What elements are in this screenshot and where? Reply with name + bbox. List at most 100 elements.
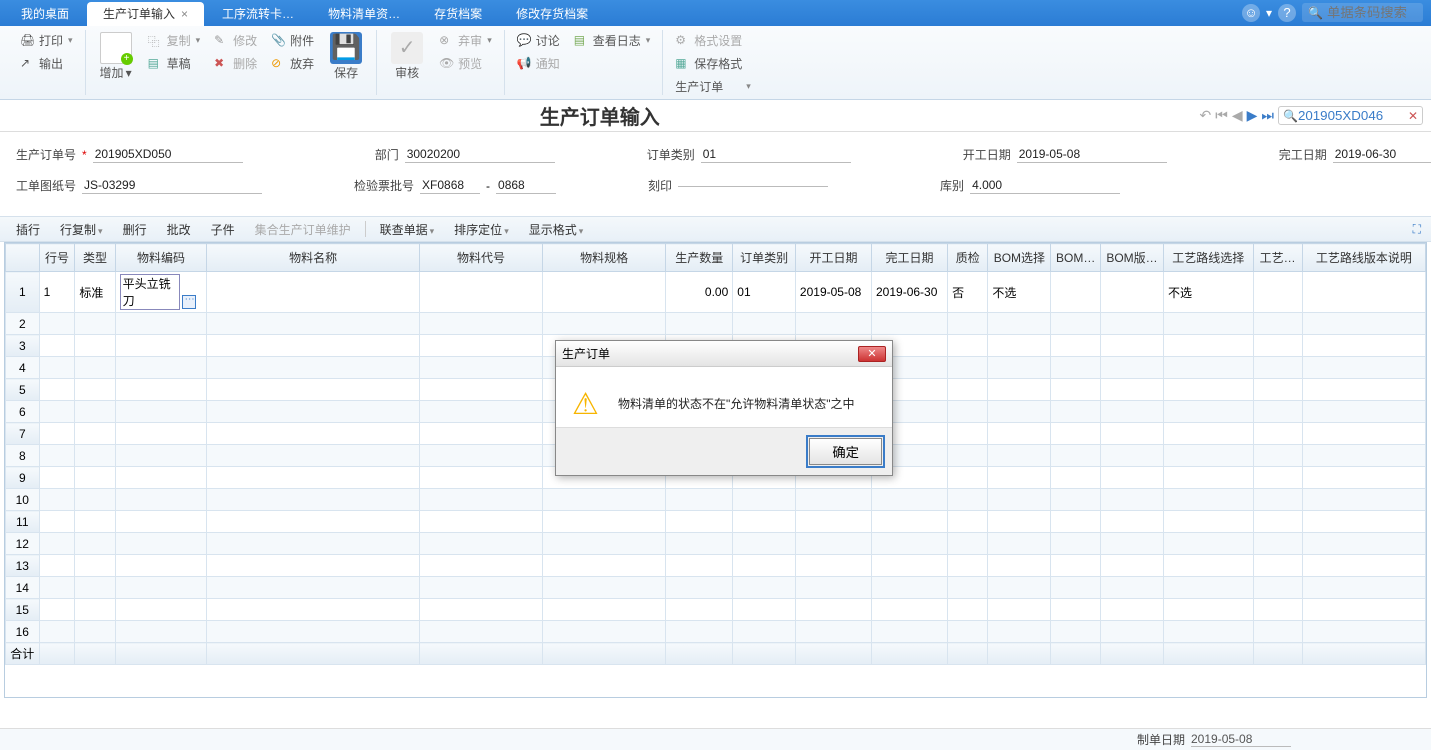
- column-header[interactable]: 工艺路线选择: [1164, 244, 1254, 272]
- create-date-label: 制单日期: [1137, 731, 1185, 748]
- table-row[interactable]: 11: [6, 511, 1426, 533]
- smiley-icon[interactable]: ☺: [1242, 4, 1260, 22]
- table-row[interactable]: 10: [6, 489, 1426, 511]
- table-row[interactable]: 15: [6, 599, 1426, 621]
- drawing-no-field[interactable]: JS-03299: [82, 177, 262, 194]
- column-header[interactable]: 物料规格: [543, 244, 666, 272]
- barcode-search[interactable]: 🔍: [1302, 3, 1423, 22]
- column-header[interactable]: 开工日期: [795, 244, 871, 272]
- tab-inventory[interactable]: 存货档案: [418, 2, 498, 26]
- search-icon: 🔍: [1308, 6, 1323, 20]
- column-header[interactable]: 订单类别: [733, 244, 796, 272]
- column-header[interactable]: 生产数量: [666, 244, 733, 272]
- tab-desktop[interactable]: 我的桌面: [5, 2, 85, 26]
- dept-field[interactable]: 30020200: [405, 146, 555, 163]
- reject-button[interactable]: 弃审▾: [435, 30, 496, 51]
- edit-button[interactable]: 修改: [210, 30, 261, 51]
- store-field[interactable]: 4.000: [970, 177, 1120, 194]
- header-form: 生产订单号*201905XD050 部门30020200 订单类别01 开工日期…: [0, 132, 1431, 216]
- grid-toolbar: 插行 行复制▾ 删行 批改 子件 集合生产订单维护 联查单据▾ 排序定位▾ 显示…: [0, 216, 1431, 242]
- sort-button[interactable]: 排序定位▾: [448, 219, 515, 240]
- copy-row-button[interactable]: 行复制▾: [54, 219, 109, 240]
- display-format-button[interactable]: 显示格式▾: [523, 219, 590, 240]
- nav-next-icon[interactable]: ▶: [1247, 107, 1258, 124]
- delete-row-button[interactable]: 删行: [117, 219, 153, 240]
- smiley-dropdown-icon[interactable]: ▾: [1266, 6, 1272, 20]
- batch-a-field[interactable]: XF0868: [420, 177, 480, 194]
- column-header[interactable]: 工艺路线版本说明: [1302, 244, 1425, 272]
- export-icon: [20, 56, 36, 72]
- copy-button[interactable]: 复制▾: [144, 30, 205, 51]
- batch-b-field[interactable]: 0868: [496, 177, 556, 194]
- insert-row-button[interactable]: 插行: [10, 219, 46, 240]
- table-row[interactable]: 14: [6, 577, 1426, 599]
- export-button[interactable]: 输出: [16, 53, 77, 74]
- table-row[interactable]: 13: [6, 555, 1426, 577]
- category-field[interactable]: 01: [701, 146, 851, 163]
- audit-button[interactable]: 审核: [385, 30, 429, 83]
- column-header[interactable]: 质检: [948, 244, 988, 272]
- nav-prev-icon[interactable]: ◀: [1232, 107, 1243, 124]
- clear-icon[interactable]: ✕: [1408, 109, 1418, 123]
- draft-button[interactable]: 草稿: [144, 53, 205, 74]
- table-row[interactable]: 16: [6, 621, 1426, 643]
- save-button[interactable]: 保存: [324, 30, 368, 83]
- aggregate-button[interactable]: 集合生产订单维护: [249, 219, 357, 240]
- child-item-button[interactable]: 子件: [205, 219, 241, 240]
- expand-icon[interactable]: ⛶: [1413, 222, 1421, 237]
- abandon-button[interactable]: 放弃: [267, 53, 318, 74]
- barcode-search-input[interactable]: [1327, 5, 1417, 20]
- nav-search[interactable]: 🔍 ✕: [1278, 106, 1423, 125]
- nav-first-icon[interactable]: ⏮: [1215, 107, 1228, 124]
- tab-order-input[interactable]: 生产订单输入: [87, 2, 204, 26]
- nav-search-input[interactable]: [1298, 108, 1408, 123]
- batch-edit-button[interactable]: 批改: [161, 219, 197, 240]
- close-icon[interactable]: ✕: [858, 346, 886, 362]
- log-button[interactable]: 查看日志▾: [570, 30, 655, 51]
- column-header[interactable]: 完工日期: [872, 244, 948, 272]
- dialog-title-bar[interactable]: 生产订单 ✕: [556, 341, 892, 367]
- column-header[interactable]: 物料代号: [419, 244, 542, 272]
- end-date-field[interactable]: 2019-06-30: [1333, 146, 1431, 163]
- saveformat-button[interactable]: 保存格式: [671, 53, 755, 74]
- column-header[interactable]: 工艺…: [1253, 244, 1302, 272]
- column-header[interactable]: 物料名称: [207, 244, 420, 272]
- attach-button[interactable]: 附件: [267, 30, 318, 51]
- column-header[interactable]: BOM…: [1051, 244, 1101, 272]
- print-button[interactable]: 打印▾: [16, 30, 77, 51]
- table-row[interactable]: 12: [6, 533, 1426, 555]
- column-header[interactable]: 行号: [39, 244, 75, 272]
- table-row[interactable]: 2: [6, 313, 1426, 335]
- delete-button[interactable]: 删除: [210, 53, 261, 74]
- lookup-icon[interactable]: [182, 295, 196, 309]
- nav-undo-icon[interactable]: ↶: [1199, 107, 1211, 124]
- end-date-label: 完工日期: [1279, 146, 1327, 163]
- help-icon[interactable]: ?: [1278, 4, 1296, 22]
- order-no-field[interactable]: 201905XD050: [93, 146, 243, 163]
- add-button[interactable]: 增加▾: [94, 30, 138, 83]
- tab-edit-inventory[interactable]: 修改存货档案: [500, 2, 604, 26]
- table-row[interactable]: 11标准平头立铣刀0.00012019-05-082019-06-30否不选不选: [6, 272, 1426, 313]
- column-header[interactable]: 物料编码: [115, 244, 207, 272]
- column-header[interactable]: 类型: [75, 244, 115, 272]
- column-header[interactable]: BOM选择: [988, 244, 1051, 272]
- discuss-button[interactable]: 讨论: [513, 30, 564, 51]
- column-header[interactable]: BOM版…: [1101, 244, 1164, 272]
- start-date-label: 开工日期: [963, 146, 1011, 163]
- link-doc-button[interactable]: 联查单据▾: [374, 219, 441, 240]
- preview-button[interactable]: 预览: [435, 53, 496, 74]
- format-button[interactable]: 格式设置: [671, 30, 755, 51]
- ribbon-toolbar: 打印▾ 输出 增加▾ 复制▾ 草稿 修改 删除 附件 放弃 保存 审核 弃审▾ …: [0, 26, 1431, 100]
- tab-bom[interactable]: 物料清单资…: [312, 2, 416, 26]
- notify-button[interactable]: 通知: [513, 53, 564, 74]
- ok-button[interactable]: 确定: [809, 438, 882, 465]
- stamp-field[interactable]: [678, 184, 828, 187]
- search-icon: 🔍: [1283, 109, 1298, 123]
- start-date-field[interactable]: 2019-05-08: [1017, 146, 1167, 163]
- delete-icon: [214, 56, 230, 72]
- doctype-dropdown[interactable]: 生产订单▾: [671, 76, 755, 97]
- pencil-icon: [214, 33, 230, 49]
- nav-last-icon[interactable]: ⏭: [1261, 107, 1274, 124]
- add-icon: [100, 32, 132, 64]
- tab-route-card[interactable]: 工序流转卡…: [206, 2, 310, 26]
